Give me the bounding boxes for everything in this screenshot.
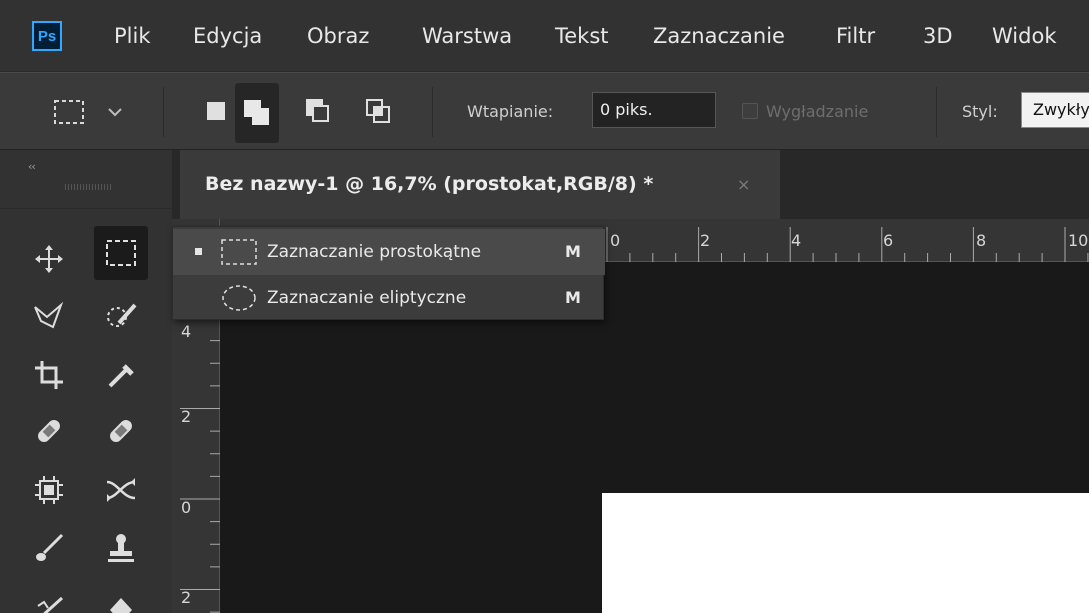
subtract-selection-icon <box>306 99 329 122</box>
add-to-selection-button[interactable] <box>235 83 279 143</box>
photoshop-logo[interactable]: Ps <box>32 21 62 51</box>
ruler-label: 4 <box>791 231 802 250</box>
separator <box>936 87 937 137</box>
move-tool[interactable] <box>22 232 76 286</box>
rectangular-marquee-tool[interactable] <box>94 226 148 280</box>
menu-layer[interactable]: Warstwa <box>422 0 512 72</box>
antialias-checkbox[interactable] <box>742 103 758 119</box>
move-icon <box>35 245 63 273</box>
new-selection-icon <box>207 102 225 120</box>
history-brush-icon <box>37 596 64 613</box>
marquee-tool-flyout: Zaznaczanie prostokątne M Zaznaczanie el… <box>172 226 605 321</box>
menu-view[interactable]: Widok <box>992 0 1056 72</box>
brush-tool[interactable] <box>22 521 76 575</box>
ruler-label: 8 <box>976 231 987 250</box>
bandage-icon <box>38 420 60 442</box>
shuffle-icon <box>106 478 136 502</box>
chevron-down-icon <box>108 108 122 117</box>
eyedropper-icon <box>108 364 134 388</box>
flyout-item-label: Zaznaczanie prostokątne <box>267 242 482 262</box>
style-select[interactable]: Zwykły <box>1021 92 1089 128</box>
marquee-rect-icon <box>54 100 84 124</box>
quick-selection-icon <box>107 303 137 327</box>
brush-icon <box>36 533 64 561</box>
menu-select[interactable]: Zaznaczanie <box>653 0 785 72</box>
ruler-label: 2 <box>181 588 192 607</box>
history-brush-tool[interactable] <box>22 580 76 613</box>
subtract-from-selection-button[interactable] <box>296 81 340 141</box>
options-bar: Wtapianie: Wygładzanie Styl: <box>0 72 1089 150</box>
ruler-label: 6 <box>883 231 894 250</box>
ruler-label: 2 <box>181 407 192 426</box>
flyout-item-label: Zaznaczanie eliptyczne <box>267 288 467 308</box>
ruler-label: 0 <box>181 498 192 517</box>
panel-grip[interactable] <box>65 184 113 190</box>
menu-filter[interactable]: Filtr <box>836 0 875 72</box>
intersect-selection-icon <box>366 99 390 123</box>
quick-selection-tool[interactable] <box>94 290 148 344</box>
healing-brush-tool[interactable] <box>94 404 148 458</box>
crop-tool[interactable] <box>22 348 76 402</box>
patch-icon <box>35 476 63 504</box>
flyout-item-elliptical-marquee[interactable]: Zaznaczanie eliptyczne M <box>173 275 605 321</box>
ruler-label: 4 <box>181 322 192 341</box>
patch-tool[interactable] <box>22 463 76 517</box>
feather-label: Wtapianie: <box>467 102 554 121</box>
marquee-rect-icon <box>106 240 136 266</box>
menu-edit[interactable]: Edycja <box>193 0 262 72</box>
separator <box>432 87 433 137</box>
intersect-selection-button[interactable] <box>356 81 400 141</box>
bandage-icon <box>110 420 132 442</box>
collapse-panel-button[interactable]: ‹‹ <box>28 160 36 173</box>
eraser-icon <box>110 598 132 613</box>
ruler-label: 2 <box>700 231 711 250</box>
menu-bar: Ps Plik Edycja Obraz Warstwa Tekst Zazna… <box>0 0 1089 72</box>
lasso-tool[interactable] <box>22 290 76 344</box>
ruler-label: 0 <box>610 231 621 250</box>
flyout-item-rectangular-marquee[interactable]: Zaznaczanie prostokątne M <box>173 229 605 275</box>
marquee-rect-icon <box>221 239 257 265</box>
eyedropper-tool[interactable] <box>94 348 148 402</box>
divider <box>0 208 172 209</box>
feather-input[interactable]: 0 piks. <box>592 92 716 128</box>
menu-type[interactable]: Tekst <box>555 0 609 72</box>
close-tab-icon[interactable]: × <box>737 150 750 219</box>
eraser-tool[interactable] <box>94 580 148 613</box>
document-tab-title[interactable]: Bez nazwy-1 @ 16,7% (prostokat,RGB/8) * <box>205 150 653 219</box>
flyout-item-shortcut: M <box>565 242 581 261</box>
marquee-ellipse-icon <box>222 285 256 311</box>
add-selection-icon <box>244 100 269 125</box>
stamp-icon <box>108 534 134 562</box>
flyout-item-shortcut: M <box>565 288 581 307</box>
crop-icon <box>35 361 63 389</box>
tool-preset-picker[interactable] <box>48 87 140 137</box>
polygonal-lasso-icon <box>34 301 64 329</box>
menu-image[interactable]: Obraz <box>307 0 369 72</box>
ruler-label: 10 <box>1068 231 1089 250</box>
menu-3d[interactable]: 3D <box>923 0 953 72</box>
style-label: Styl: <box>962 102 998 121</box>
spot-healing-brush-tool[interactable] <box>22 404 76 458</box>
content-aware-move-tool[interactable] <box>94 463 148 517</box>
document-canvas[interactable] <box>602 493 1089 613</box>
antialias-label: Wygładzanie <box>766 102 869 121</box>
selected-indicator <box>195 248 202 255</box>
menu-file[interactable]: Plik <box>114 0 151 72</box>
separator <box>163 87 164 137</box>
new-selection-button[interactable] <box>194 81 238 141</box>
clone-stamp-tool[interactable] <box>94 521 148 575</box>
